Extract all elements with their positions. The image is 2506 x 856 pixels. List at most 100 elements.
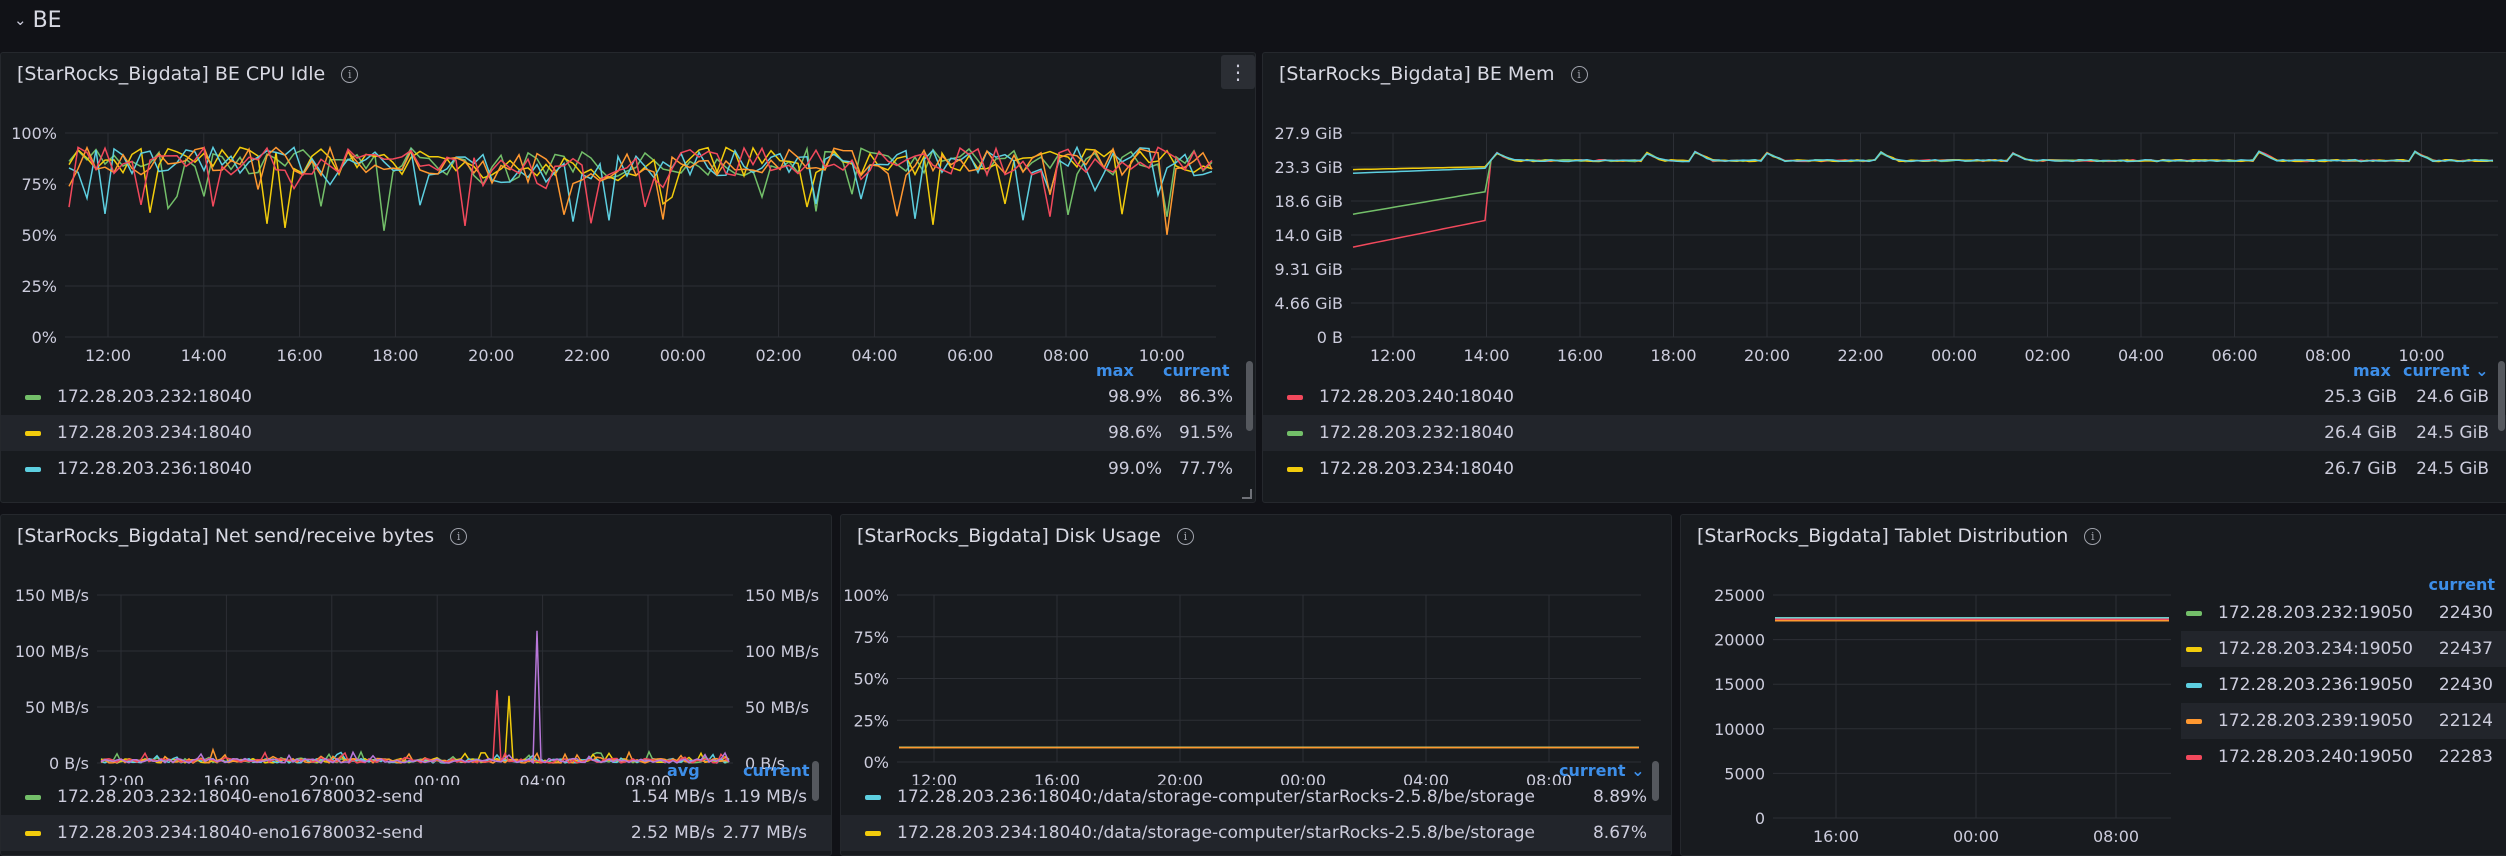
legend-col-current[interactable]: current (2428, 575, 2495, 594)
y-tick-label: 14.0 GiB (1274, 226, 1343, 245)
y-tick-label: 9.31 GiB (1274, 260, 1343, 279)
legend-scrollbar[interactable] (1652, 761, 1659, 801)
panel-be-mem[interactable]: [StarRocks_Bigdata] BE Mem i 27.9 GiB 23.3… (1262, 52, 2506, 503)
y-tick-label: 100 MB/s (15, 642, 89, 661)
panel-title[interactable]: [StarRocks_Bigdata] BE CPU Idle (17, 63, 325, 85)
legend-row[interactable]: 172.28.203.234:18040-eno16780032-send 2.… (1, 815, 831, 851)
series-name: 172.28.203.239:19050 (2218, 711, 2413, 731)
legend-row[interactable]: 172.28.203.240:19050 22283 (2181, 739, 2506, 775)
legend-row[interactable]: 172.28.203.232:18040 26.4 GiB 24.5 GiB (1263, 415, 2506, 451)
info-icon[interactable]: i (341, 65, 359, 83)
panel-title[interactable]: [StarRocks_Bigdata] Net send/receive byt… (17, 525, 434, 547)
legend-row[interactable]: 172.28.203.239:19050 22124 (2181, 703, 2506, 739)
y-tick-label: 23.3 GiB (1274, 158, 1343, 177)
series-swatch (25, 794, 41, 800)
series-swatch (2186, 610, 2202, 616)
series-current: 22124 (2438, 711, 2493, 731)
panel-net-bytes[interactable]: [StarRocks_Bigdata] Net send/receive byt… (0, 514, 832, 856)
series-line (1352, 150, 2494, 248)
series-name: 172.28.203.236:18040 (57, 459, 252, 479)
legend-scrollbar[interactable] (1246, 361, 1253, 431)
legend-col-current[interactable]: current ⌄ (2403, 361, 2489, 380)
series-swatch (25, 430, 41, 436)
series-swatch (1287, 430, 1303, 436)
series-current: 24.6 GiB (2416, 387, 2489, 407)
y-tick-label: 20000 (1714, 631, 1765, 650)
legend-col-max[interactable]: max (1096, 361, 1134, 380)
panel-title[interactable]: [StarRocks_Bigdata] Disk Usage (857, 525, 1161, 547)
series-line (100, 690, 730, 765)
series-max: 99.0% (1107, 459, 1162, 479)
legend-row[interactable]: 172.28.203.236:19050 22430 (2181, 667, 2506, 703)
series-current: 8.89% (1592, 787, 1647, 807)
y-tick-label: 25% (21, 277, 57, 296)
panel-disk-usage[interactable]: [StarRocks_Bigdata] Disk Usage i 100% 75% 5… (840, 514, 1672, 856)
series-current: 22283 (2438, 747, 2493, 767)
series-swatch (1287, 466, 1303, 472)
chevron-down-icon[interactable]: ⌄ (14, 11, 27, 29)
series-current: 24.5 GiB (2416, 423, 2489, 443)
x-tick-label: 16:00 (1813, 827, 1859, 846)
series-swatch (865, 794, 881, 800)
legend-row[interactable]: 172.28.203.236:18040 99.0% 77.7% (1, 451, 1255, 487)
legend-row[interactable]: 172.28.203.234:18040:/data/storage-compu… (841, 815, 1671, 851)
series-swatch (2186, 754, 2202, 760)
legend-row[interactable]: 172.28.203.240:18040 25.3 GiB 24.6 GiB (1263, 379, 2506, 415)
series-max: 25.3 GiB (2324, 387, 2397, 407)
panel-tablet-distribution[interactable]: [StarRocks_Bigdata] Tablet Distribution i… (1680, 514, 2506, 856)
legend-col-current[interactable]: current ⌄ (1559, 761, 1645, 780)
legend-row[interactable]: 172.28.203.234:18040 26.7 GiB 24.5 GiB (1263, 451, 2506, 487)
y-tick-label: 50% (853, 670, 889, 689)
y-tick-label: 0 (1755, 809, 1765, 828)
series-name: 172.28.203.234:19050 (2218, 639, 2413, 659)
panel-title[interactable]: [StarRocks_Bigdata] Tablet Distribution (1697, 525, 2068, 547)
info-icon[interactable]: i (2084, 527, 2102, 545)
legend-col-max[interactable]: max (2353, 361, 2391, 380)
series-current: 22430 (2438, 603, 2493, 623)
legend-row[interactable]: 172.28.203.232:19050 22430 (2181, 595, 2506, 631)
info-icon[interactable]: i (450, 527, 468, 545)
series-swatch (1287, 394, 1303, 400)
y-tick-label-right: 150 MB/s (745, 586, 819, 605)
series-swatch (25, 466, 41, 472)
legend-col-current[interactable]: current (1163, 361, 1230, 380)
series-current: 77.7% (1178, 459, 1233, 479)
legend-row[interactable]: 172.28.203.232:18040 98.9% 86.3% (1, 379, 1255, 415)
y-tick-label: 18.6 GiB (1274, 192, 1343, 211)
row-header-be[interactable]: ⌄ BE (14, 6, 62, 34)
series-name: 172.28.203.236:18040:/data/storage-compu… (897, 787, 1535, 807)
series-name: 172.28.203.234:18040 (1319, 459, 1514, 479)
y-tick-label: 25% (853, 711, 889, 730)
legend-scrollbar[interactable] (2498, 361, 2505, 431)
series-max: 26.7 GiB (2324, 459, 2397, 479)
series-max: 98.6% (1107, 423, 1162, 443)
resize-handle[interactable] (1242, 489, 1252, 499)
series-swatch (2186, 646, 2202, 652)
x-tick-label: 08:00 (2093, 827, 2139, 846)
legend-row[interactable]: 172.28.203.232:18040-eno16780032-send 1.… (1, 779, 831, 815)
legend-col-avg[interactable]: avg (667, 761, 700, 780)
panel-menu-button[interactable]: ⋮ (1221, 55, 1255, 89)
y-tick-label: 75% (21, 175, 57, 194)
legend-row[interactable]: 172.28.203.234:19050 22437 (2181, 631, 2506, 667)
series-current: 86.3% (1178, 387, 1233, 407)
legend-scrollbar[interactable] (812, 761, 819, 801)
series-name: 172.28.203.236:19050 (2218, 675, 2413, 695)
legend-col-current[interactable]: current (743, 761, 810, 780)
panel-cpu-idle[interactable]: [StarRocks_Bigdata] BE CPU Idle i ⋮ 100% 7… (0, 52, 1256, 503)
y-tick-label: 50% (21, 226, 57, 245)
series-max: 26.4 GiB (2324, 423, 2397, 443)
info-icon[interactable]: i (1570, 65, 1588, 83)
series-swatch (865, 830, 881, 836)
series-current: 2.77 MB/s (722, 823, 807, 843)
panel-title[interactable]: [StarRocks_Bigdata] BE Mem (1279, 63, 1555, 85)
series-line (1352, 150, 2494, 174)
y-tick-label: 27.9 GiB (1274, 124, 1343, 143)
info-icon[interactable]: i (1176, 527, 1194, 545)
legend-row[interactable]: 172.28.203.234:18040 98.6% 91.5% (1, 415, 1255, 451)
y-tick-label: 75% (853, 628, 889, 647)
legend-row[interactable]: 172.28.203.236:18040:/data/storage-compu… (841, 779, 1671, 815)
y-tick-label: 4.66 GiB (1274, 294, 1343, 313)
series-current: 91.5% (1178, 423, 1233, 443)
disk-chart: 100%75%50%25%0%12:00 16:00 20:00 00:00 04:00… (843, 586, 1641, 785)
